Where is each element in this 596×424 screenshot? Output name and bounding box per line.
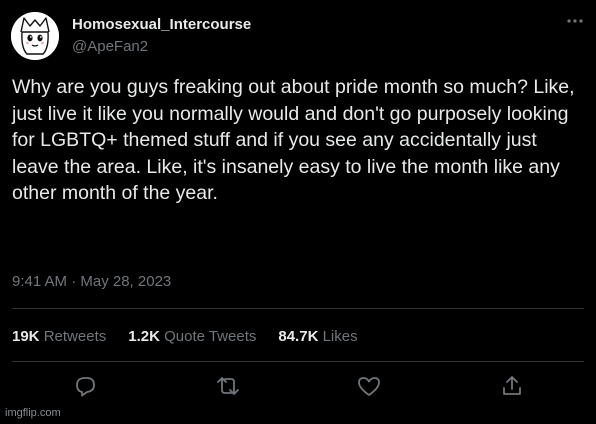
- retweets-label: Retweets: [43, 328, 107, 345]
- tweet-card: Homosexual_Intercourse @ApeFan2 Why are …: [0, 0, 596, 424]
- engagement-stats: 19K Retweets 1.2K Quote Tweets 84.7K Lik…: [12, 328, 358, 345]
- user-handle[interactable]: @ApeFan2: [72, 38, 148, 55]
- display-name[interactable]: Homosexual_Intercourse: [72, 16, 251, 33]
- like-icon[interactable]: [355, 372, 383, 400]
- avatar-drawing: [11, 12, 59, 60]
- more-icon[interactable]: [562, 10, 588, 32]
- reply-icon[interactable]: [71, 372, 99, 400]
- tweet-text: Why are you guys freaking out about prid…: [12, 76, 575, 205]
- avatar[interactable]: [11, 12, 59, 60]
- likes-stat[interactable]: 84.7K Likes: [278, 328, 357, 345]
- divider: [12, 361, 584, 362]
- retweets-stat[interactable]: 19K Retweets: [12, 328, 106, 345]
- likes-label: Likes: [322, 328, 358, 345]
- retweet-icon[interactable]: [214, 372, 242, 400]
- divider: [12, 308, 584, 309]
- tweet-timestamp[interactable]: 9:41 AM · May 28, 2023: [12, 273, 171, 290]
- share-icon[interactable]: [498, 372, 526, 400]
- imgflip-watermark: imgflip.com: [5, 407, 61, 419]
- retweets-count: 19K: [12, 328, 40, 345]
- action-bar: [0, 372, 596, 400]
- quote-tweets-count: 1.2K: [128, 328, 160, 345]
- quote-tweets-stat[interactable]: 1.2K Quote Tweets: [128, 328, 256, 345]
- quote-tweets-label: Quote Tweets: [164, 328, 257, 345]
- likes-count: 84.7K: [278, 328, 319, 345]
